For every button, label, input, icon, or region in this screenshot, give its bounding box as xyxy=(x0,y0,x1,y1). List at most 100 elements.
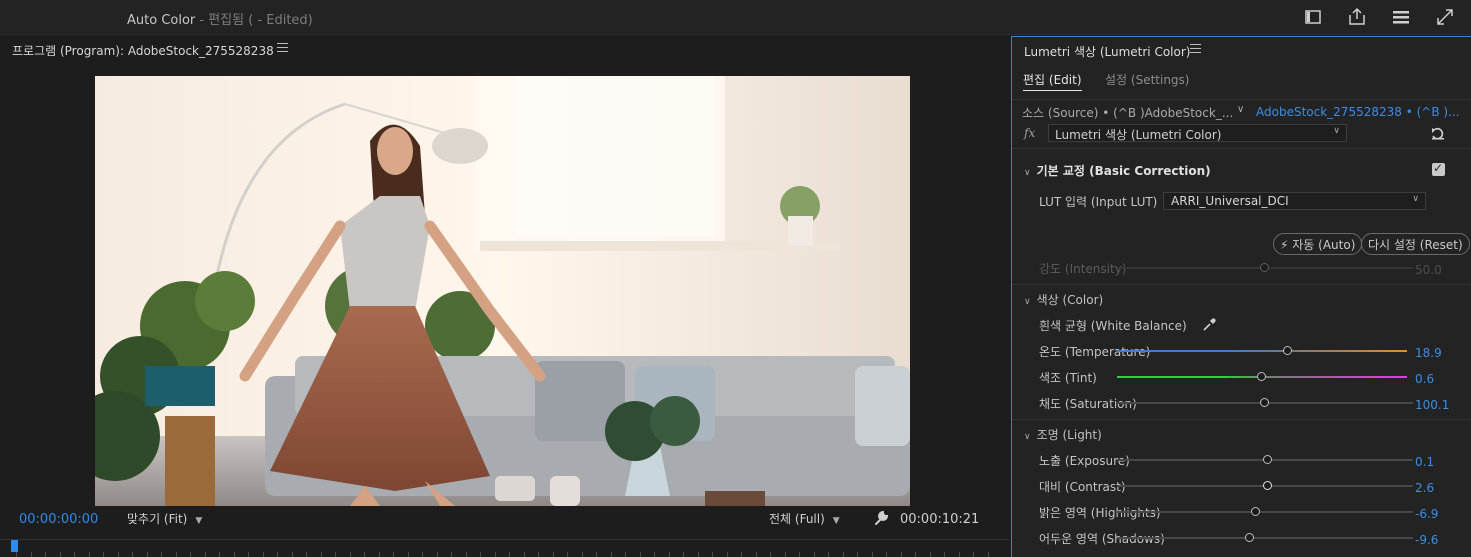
exposure-slider-handle[interactable] xyxy=(1262,455,1272,464)
lumetri-panel: Lumetri 색상 (Lumetri Color) 편집 (Edit) 설정 … xyxy=(1011,36,1471,557)
ruler-tick xyxy=(378,552,380,557)
export-icon[interactable] xyxy=(1346,6,1368,28)
ruler-tick xyxy=(219,552,220,557)
temperature-slider-handle[interactable] xyxy=(1283,346,1293,355)
ruler-tick xyxy=(175,552,177,557)
edited-status: - 편집됨 ( - Edited) xyxy=(195,13,313,28)
ruler-tick xyxy=(190,552,191,557)
ruler-tick xyxy=(552,552,554,557)
saturation-slider[interactable] xyxy=(1117,398,1413,407)
saturation-value[interactable]: 100.1 xyxy=(1415,398,1449,412)
duration-timecode: 00:00:10:21 xyxy=(900,512,980,527)
zoom-dropdown[interactable]: 맞추기 (Fit) ▼ xyxy=(127,510,202,528)
tint-value[interactable]: 0.6 xyxy=(1415,372,1434,386)
current-timecode[interactable]: 00:00:00:00 xyxy=(19,512,98,527)
auto-button[interactable]: ⚡ 자동 (Auto) xyxy=(1273,233,1363,255)
ruler-tick xyxy=(596,552,597,557)
ruler-tick xyxy=(610,552,612,557)
highlights-value[interactable]: -6.9 xyxy=(1415,507,1438,521)
contrast-label: 대비 (Contrast) xyxy=(1039,480,1126,494)
temperature-value[interactable]: 18.9 xyxy=(1415,346,1442,360)
chevron-down-icon: ∨ xyxy=(1024,297,1031,307)
tint-label: 색조 (Tint) xyxy=(1039,371,1097,385)
ruler-tick xyxy=(451,552,452,557)
tab-edit[interactable]: 편집 (Edit) xyxy=(1023,71,1082,91)
effect-dropdown[interactable]: Lumetri 색상 (Lumetri Color) ∨ xyxy=(1048,124,1347,142)
divider xyxy=(1012,284,1471,285)
ruler-tick xyxy=(291,552,293,557)
contrast-slider[interactable] xyxy=(1117,481,1413,490)
input-lut-value: ARRI_Universal_DCI xyxy=(1171,194,1289,208)
program-monitor-tab[interactable]: 프로그램 (Program): AdobeStock_275528238 xyxy=(12,42,274,59)
wrench-icon[interactable] xyxy=(873,510,889,526)
chevron-down-icon: ∨ xyxy=(1412,194,1419,204)
shadows-slider-handle[interactable] xyxy=(1245,533,1255,542)
exposure-value[interactable]: 0.1 xyxy=(1415,455,1434,469)
color-subsection-header[interactable]: ∨ 색상 (Color) xyxy=(1024,291,1103,308)
shadows-slider[interactable] xyxy=(1117,533,1413,542)
fx-icon[interactable]: fx xyxy=(1024,126,1035,140)
highlights-slider[interactable] xyxy=(1117,507,1413,516)
program-panel-menu-icon[interactable] xyxy=(277,43,288,53)
intensity-label: 강도 (Intensity) xyxy=(1039,262,1127,276)
contrast-value[interactable]: 2.6 xyxy=(1415,481,1434,495)
eyedropper-icon[interactable] xyxy=(1202,318,1216,332)
reset-button[interactable]: 다시 설정 (Reset) xyxy=(1361,233,1470,255)
intensity-slider-handle[interactable] xyxy=(1260,263,1269,272)
ruler-tick xyxy=(726,552,728,557)
ruler-tick xyxy=(799,552,800,557)
contrast-slider-handle[interactable] xyxy=(1262,481,1272,490)
lumetri-panel-menu-icon[interactable] xyxy=(1190,44,1201,54)
ruler-tick xyxy=(886,552,887,557)
intensity-value[interactable]: 50.0 xyxy=(1415,263,1442,277)
shadows-value[interactable]: -9.6 xyxy=(1415,533,1438,547)
playhead[interactable] xyxy=(11,540,18,552)
chevron-down-icon: ▼ xyxy=(832,516,840,526)
clip-selector[interactable]: AdobeStock_275528238 • (^B )... xyxy=(1256,105,1460,119)
ruler-tick xyxy=(117,552,119,557)
resolution-dropdown[interactable]: 전체 (Full) ▼ xyxy=(769,510,840,528)
panel-icon[interactable] xyxy=(1302,6,1324,28)
temperature-slider[interactable] xyxy=(1117,346,1407,355)
ruler-tick xyxy=(16,552,17,557)
light-subsection-title: 조명 (Light) xyxy=(1036,428,1102,442)
ruler-tick xyxy=(407,552,409,557)
saturation-slider-handle[interactable] xyxy=(1260,398,1269,407)
time-ruler[interactable] xyxy=(0,539,1009,557)
ruler-tick xyxy=(393,552,394,557)
workspace-menu-icon[interactable] xyxy=(1390,6,1412,28)
fullscreen-icon[interactable] xyxy=(1434,6,1456,28)
light-subsection-header[interactable]: ∨ 조명 (Light) xyxy=(1024,426,1102,443)
basic-correction-title: 기본 교정 (Basic Correction) xyxy=(1036,164,1211,178)
chevron-down-icon[interactable]: ∨ xyxy=(1237,104,1244,115)
auto-button-label: 자동 (Auto) xyxy=(1292,238,1356,252)
ruler-tick xyxy=(784,552,786,557)
intensity-slider[interactable] xyxy=(1117,263,1413,272)
exposure-slider[interactable] xyxy=(1117,455,1413,464)
basic-correction-header[interactable]: ∨ 기본 교정 (Basic Correction) xyxy=(1024,162,1211,179)
ruler-tick xyxy=(770,552,771,557)
video-frame[interactable] xyxy=(95,76,910,506)
ruler-tick xyxy=(349,552,351,557)
ruler-tick xyxy=(958,552,960,557)
zoom-dropdown-label: 맞추기 (Fit) xyxy=(127,512,188,526)
tab-settings[interactable]: 설정 (Settings) xyxy=(1105,71,1189,88)
tint-slider[interactable] xyxy=(1117,372,1407,381)
ruler-tick xyxy=(88,552,90,557)
chevron-down-icon: ∨ xyxy=(1024,168,1031,178)
title-bar: Auto Color - 편집됨 ( - Edited) xyxy=(0,0,1471,35)
ruler-tick xyxy=(45,552,46,557)
ruler-tick xyxy=(683,552,684,557)
divider xyxy=(1012,148,1471,149)
highlights-slider-handle[interactable] xyxy=(1251,507,1261,516)
lumetri-panel-tab[interactable]: Lumetri 색상 (Lumetri Color) xyxy=(1024,43,1190,60)
ruler-tick xyxy=(480,552,481,557)
basic-correction-checkbox[interactable] xyxy=(1432,161,1445,176)
ruler-tick xyxy=(842,552,844,557)
ruler-tick xyxy=(277,552,278,557)
source-selector[interactable]: 소스 (Source) • (^B )AdobeStock_... xyxy=(1022,104,1233,121)
resolution-dropdown-label: 전체 (Full) xyxy=(769,512,825,526)
input-lut-dropdown[interactable]: ARRI_Universal_DCI ∨ xyxy=(1163,192,1426,210)
tint-slider-handle[interactable] xyxy=(1257,372,1266,381)
reset-effect-icon[interactable] xyxy=(1430,127,1446,141)
